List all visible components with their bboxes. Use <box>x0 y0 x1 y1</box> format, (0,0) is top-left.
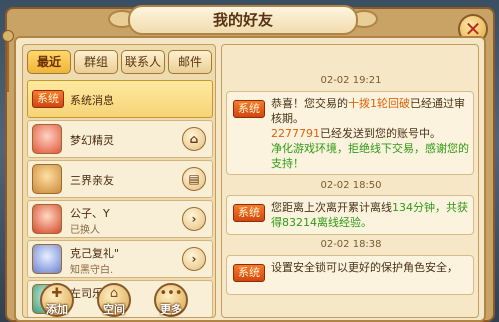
message-time: 02-02 18:38 <box>320 239 382 250</box>
book-icon[interactable]: ▤ <box>182 167 206 191</box>
contacts-panel: 最近 群组 联系人 邮件 系统 系统消息 梦幻精灵 ⌂ 三界亲友 ▤ 公子、Y … <box>22 44 216 318</box>
house-icon: ⌂ <box>109 286 119 301</box>
window-title: 我的好友 <box>128 5 358 35</box>
system-badge: 系统 <box>32 90 64 108</box>
contact-status: 已换人 <box>70 225 100 236</box>
add-friend-button[interactable]: ✚ 添加 <box>40 283 74 317</box>
message-text: 设置安全锁可以更好的保护角色安全， <box>271 261 458 274</box>
message-panel: 02-02 19:21 系统 恭喜！您交易的十拨1轮回破已经通过审核期。 2277… <box>221 44 479 318</box>
system-badge: 系统 <box>233 100 265 118</box>
tab-mail[interactable]: 邮件 <box>168 50 212 74</box>
message-text: 恭喜！您交易的十拨1轮回破已经通过审核期。 2277791已经发送到您的账号中。净… <box>271 97 469 170</box>
space-button[interactable]: ⌂ 空间 <box>97 283 131 317</box>
contact-status: 知黑守白. <box>70 265 114 276</box>
add-icon: ✚ <box>51 286 63 301</box>
message-card: 系统 恭喜！您交易的十拨1轮回破已经通过审核期。 2277791已经发送到您的账号… <box>226 91 474 175</box>
contact-list: 系统 系统消息 梦幻精灵 ⌂ 三界亲友 ▤ 公子、Y 已换人 › 克己复礼" 知… <box>27 80 213 317</box>
tab-bar: 最近 群组 联系人 邮件 <box>27 50 213 74</box>
system-badge: 系统 <box>233 204 265 222</box>
message-text: 您距离上次离开累计离线134分钟，共获得83214离线经验。 <box>271 201 468 229</box>
contact-name: 公子、Y <box>70 207 110 220</box>
avatar <box>32 244 62 274</box>
contact-name: 三界亲友 <box>70 174 114 187</box>
contact-system-messages[interactable]: 系统 系统消息 <box>27 80 213 118</box>
avatar <box>32 164 62 194</box>
tab-groups[interactable]: 群组 <box>74 50 118 74</box>
contact-gongzi[interactable]: 公子、Y 已换人 › <box>27 200 213 238</box>
contact-family[interactable]: 三界亲友 ▤ <box>27 160 213 198</box>
message-card: 系统 设置安全锁可以更好的保护角色安全， <box>226 255 474 295</box>
contact-name: 克己复礼" <box>70 247 120 260</box>
more-dots-icon: ••• <box>159 286 183 301</box>
tab-recent[interactable]: 最近 <box>27 50 71 74</box>
message-card: 系统 您距离上次离开累计离线134分钟，共获得83214离线经验。 <box>226 195 474 235</box>
more-button[interactable]: ••• 更多 <box>154 283 188 317</box>
chevron-right-icon[interactable]: › <box>182 207 206 231</box>
avatar <box>32 204 62 234</box>
message-time: 02-02 19:21 <box>320 75 382 86</box>
contact-name: 系统消息 <box>70 94 114 107</box>
message-time: 02-02 18:50 <box>320 180 382 191</box>
system-badge: 系统 <box>233 264 265 282</box>
tassel-ornament <box>2 30 14 100</box>
tab-contacts[interactable]: 联系人 <box>121 50 165 74</box>
chevron-right-icon[interactable]: › <box>182 247 206 271</box>
contact-dream-spirit[interactable]: 梦幻精灵 ⌂ <box>27 120 213 158</box>
avatar <box>32 124 62 154</box>
contact-keji[interactable]: 克己复礼" 知黑守白. › <box>27 240 213 278</box>
contact-name: 梦幻精灵 <box>70 134 114 147</box>
house-icon[interactable]: ⌂ <box>182 127 206 151</box>
